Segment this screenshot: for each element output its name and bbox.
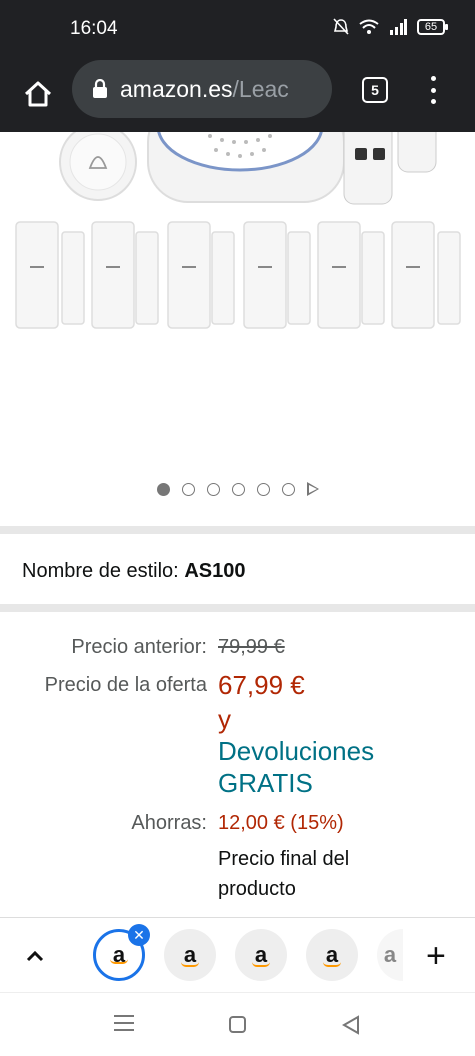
carousel-dot-2[interactable]	[181, 482, 195, 496]
menu-dot	[430, 76, 436, 81]
wifi-icon	[359, 19, 379, 34]
tab-amazon-active[interactable]: a ✕	[93, 924, 150, 981]
status-icons: 65	[333, 18, 448, 36]
url-bar[interactable]: amazon.es/Leac	[72, 60, 332, 118]
carousel-dot-6[interactable]	[281, 482, 295, 496]
close-tab-icon[interactable]: ✕	[128, 924, 150, 946]
menu-dot	[430, 87, 436, 93]
amazon-smile	[323, 962, 341, 967]
savings-label: Ahorras:	[131, 812, 207, 834]
offer-price-label: Precio de la oferta	[44, 674, 207, 696]
free-returns-link[interactable]: Devoluciones	[218, 736, 374, 767]
offer-price-value: 67,99 €	[218, 670, 305, 700]
and-text: y	[218, 704, 231, 734]
free-returns-link-line2[interactable]: GRATIS	[218, 768, 313, 799]
chevron-up-icon[interactable]	[25, 946, 45, 966]
tab-amazon[interactable]: a	[235, 929, 287, 981]
lock-icon	[93, 79, 107, 98]
amazon-smile	[110, 959, 128, 964]
style-label: Nombre de estilo:	[22, 560, 179, 582]
final-price-note-line1: Precio final del	[218, 848, 350, 870]
carousel-dot-1[interactable]	[156, 482, 170, 496]
amazon-icon: a	[383, 942, 397, 967]
menu-line	[114, 1022, 134, 1024]
recent-apps-button[interactable]	[114, 1015, 134, 1031]
back-icon[interactable]	[342, 1015, 360, 1035]
style-value: AS100	[184, 560, 246, 582]
battery-icon: 65	[417, 19, 448, 35]
carousel-dot-3[interactable]	[206, 482, 220, 496]
tab-amazon[interactable]: a	[164, 929, 216, 981]
tab-switcher-button[interactable]: 5	[362, 77, 388, 103]
carousel-dot-5[interactable]	[256, 482, 270, 496]
status-bar: 16:04 65	[0, 0, 475, 60]
overflow-menu-button[interactable]	[425, 72, 441, 108]
image-carousel-indicator	[0, 478, 475, 500]
tab-amazon-partial[interactable]: a	[377, 929, 403, 981]
browser-toolbar: amazon.es/Leac 5	[0, 60, 475, 132]
status-time: 16:04	[70, 18, 118, 39]
system-navigation-bar	[0, 992, 475, 1056]
menu-line	[114, 1029, 134, 1031]
signal-icon	[390, 19, 407, 35]
mute-icon	[333, 18, 349, 35]
url-domain: amazon.es	[120, 75, 233, 102]
amazon-icon: a	[112, 942, 126, 967]
amazon-smile	[252, 962, 270, 967]
style-name-row: Nombre de estilo: AS100	[22, 560, 245, 583]
home-button[interactable]	[18, 74, 58, 114]
url-path: /Leac	[232, 75, 289, 102]
carousel-dot-4[interactable]	[231, 482, 245, 496]
amazon-smile	[181, 962, 199, 967]
previous-price-value: 79,99 €	[218, 636, 285, 658]
video-play-icon[interactable]	[306, 482, 319, 496]
menu-dot	[430, 99, 436, 104]
menu-line	[114, 1015, 134, 1017]
previous-price-label: Precio anterior:	[71, 636, 207, 658]
product-photo	[15, 132, 461, 329]
home-icon	[24, 81, 52, 107]
product-image[interactable]	[0, 132, 475, 372]
tab-strip: a ✕ a a a a +	[0, 917, 475, 992]
home-nav-button[interactable]	[229, 1016, 246, 1033]
section-divider	[0, 526, 475, 534]
savings-value: 12,00 € (15%)	[218, 812, 344, 834]
new-tab-button[interactable]: +	[426, 939, 446, 973]
final-price-note-line2: producto	[218, 878, 296, 900]
section-divider	[0, 604, 475, 612]
tab-amazon[interactable]: a	[306, 929, 358, 981]
